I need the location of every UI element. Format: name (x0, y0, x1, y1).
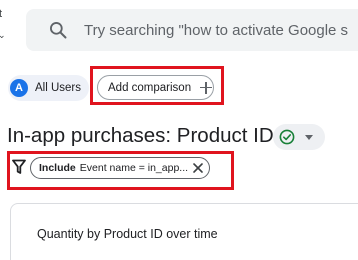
chart-card: Quantity by Product ID over time (10, 203, 358, 260)
page-title: In-app purchases: Product ID (7, 124, 274, 147)
search-bar[interactable]: Try searching "how to activate Google s (26, 9, 358, 51)
check-circle-icon (279, 129, 295, 145)
segment-avatar: A (10, 79, 28, 97)
left-edge-text: t (0, 8, 3, 20)
card-title: Quantity by Product ID over time (37, 227, 218, 241)
report-status-dropdown[interactable] (273, 124, 325, 150)
left-edge-fragment: t ⌄ (0, 0, 6, 52)
caret-down-icon (305, 134, 313, 140)
chevron-down-icon[interactable]: ⌄ (0, 30, 6, 41)
segment-label: All Users (35, 82, 82, 94)
search-placeholder: Try searching "how to activate Google s (84, 21, 349, 39)
highlight-box-add-comparison (90, 66, 224, 105)
highlight-box-filter (7, 151, 234, 190)
segment-chip-all-users[interactable]: A All Users (8, 75, 90, 101)
search-icon (50, 22, 67, 39)
